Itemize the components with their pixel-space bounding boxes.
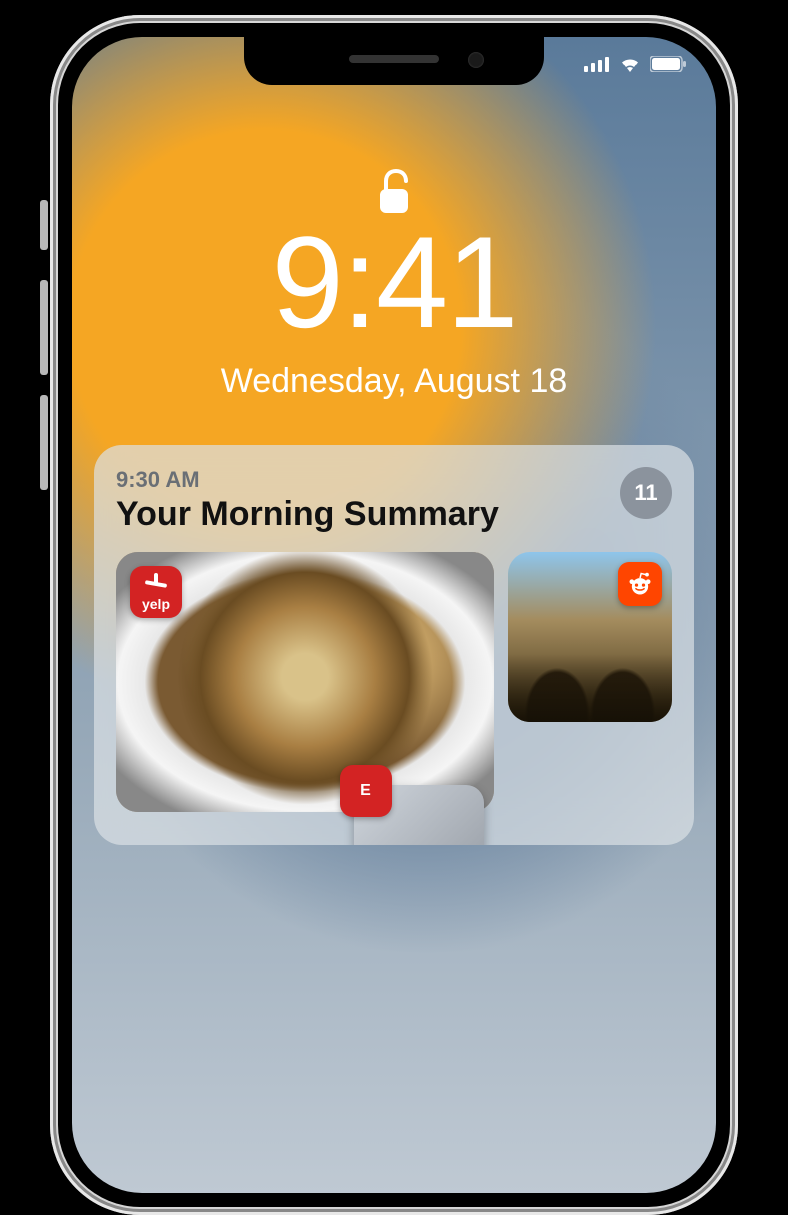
phone-inner-bezel: 9:41 Wednesday, August 18 9:30 AM Your M… [58,23,730,1207]
summary-count-badge[interactable]: 11 [620,467,672,519]
yelp-app-icon: yelp [130,566,182,618]
summary-item-yelp[interactable]: yelp [116,552,494,812]
reddit-app-icon [618,562,662,606]
speaker-grill [349,55,439,63]
front-camera [468,52,484,68]
phone-silent-switch [40,200,48,250]
phone-volume-up [40,280,48,375]
summary-item-espn[interactable]: E [354,785,484,845]
summary-timestamp: 9:30 AM [116,467,620,493]
summary-item-reddit[interactable] [508,552,672,722]
lock-screen-date: Wednesday, August 18 [72,362,716,401]
phone-volume-down [40,395,48,490]
espn-app-icon: E [340,765,392,817]
notch [244,37,544,85]
summary-title: Your Morning Summary [116,495,620,534]
espn-app-label: E [360,782,372,800]
summary-content: yelp [116,552,672,812]
phone-frame: 9:41 Wednesday, August 18 9:30 AM Your M… [50,15,738,1215]
battery-icon [650,56,686,72]
notification-summary-card[interactable]: 9:30 AM Your Morning Summary 11 yelp [94,445,694,845]
status-bar [584,55,686,73]
lock-screen[interactable]: 9:41 Wednesday, August 18 9:30 AM Your M… [72,37,716,1193]
lock-screen-time: 9:41 [72,207,716,357]
summary-header: 9:30 AM Your Morning Summary 11 [116,467,672,534]
yelp-app-label: yelp [142,596,170,612]
wifi-icon [618,55,642,73]
cellular-signal-icon [584,56,610,72]
